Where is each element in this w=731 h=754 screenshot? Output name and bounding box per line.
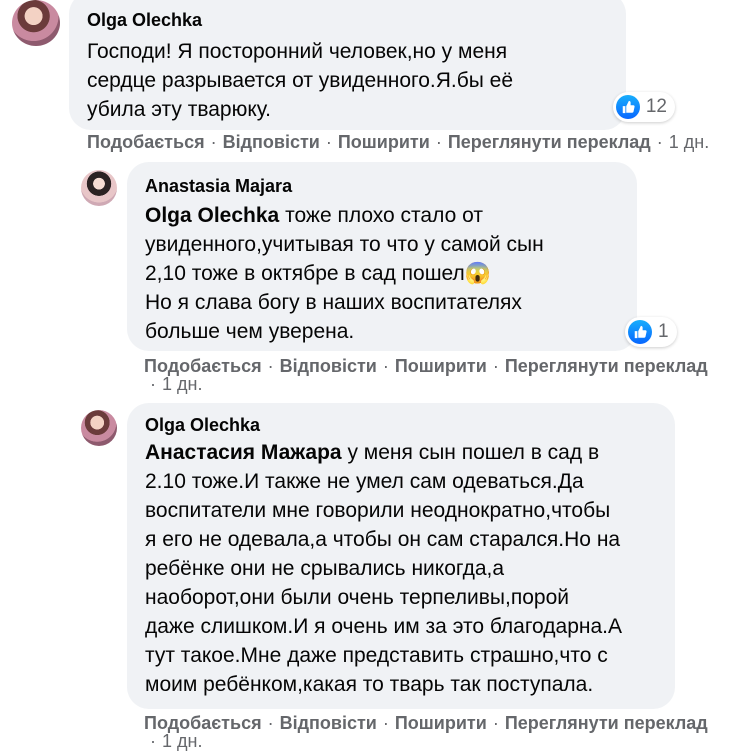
translate-link[interactable]: Переглянути переклад [448, 132, 651, 152]
reaction-count: 1 [658, 321, 669, 342]
comment-actions-time: · 1 дн. [150, 374, 203, 394]
like-icon [628, 320, 652, 344]
timestamp[interactable]: 1 дн. [669, 132, 709, 152]
comment-bubble: Anastasia Majara Olga Olechka тоже плохо… [127, 162, 637, 351]
like-link[interactable]: Подобається [144, 356, 262, 376]
reaction-badge[interactable]: 1 [625, 317, 677, 347]
comment-text: Olga Olechka тоже плохо стало от увиденн… [145, 204, 544, 343]
avatar[interactable] [81, 170, 117, 206]
mention-link[interactable]: Анастасия Мажара [145, 441, 342, 464]
comment-bubble: Olga Olechka Господи! Я посторонний чело… [69, 0, 626, 130]
share-link[interactable]: Поширити [395, 713, 487, 733]
reply-link[interactable]: Відповісти [223, 132, 320, 152]
comment-author[interactable]: Anastasia Majara [145, 175, 619, 197]
mention-link[interactable]: Olga Olechka [145, 204, 279, 227]
comment-text: Господи! Я посторонний человек,но у меня… [87, 40, 514, 121]
timestamp[interactable]: 1 дн. [162, 374, 202, 394]
share-link[interactable]: Поширити [395, 356, 487, 376]
reaction-count: 12 [645, 96, 667, 117]
timestamp[interactable]: 1 дн. [162, 731, 202, 751]
comment-actions: Подобається · Відповісти · Поширити · Переглян… [87, 132, 710, 152]
reply-link[interactable]: Відповісти [280, 713, 377, 733]
comment-text: Анастасия Мажара у меня сын пошел в сад … [145, 441, 623, 696]
comment-actions: Подобається · Відповісти · Поширити · Переглян… [144, 356, 708, 376]
comment-bubble: Olga Olechka Анастасия Мажара у меня сын… [127, 403, 675, 709]
like-icon [616, 95, 640, 119]
avatar[interactable] [12, 0, 60, 46]
translate-link[interactable]: Переглянути переклад [505, 356, 708, 376]
like-link[interactable]: Подобається [87, 132, 205, 152]
comment-author[interactable]: Olga Olechka [145, 414, 657, 436]
comment-author[interactable]: Olga Olechka [87, 9, 608, 31]
like-link[interactable]: Подобається [144, 713, 262, 733]
reply-link[interactable]: Відповісти [280, 356, 377, 376]
avatar[interactable] [81, 410, 117, 446]
share-link[interactable]: Поширити [338, 132, 430, 152]
comment-actions: Подобається · Відповісти · Поширити · Переглян… [144, 713, 708, 733]
translate-link[interactable]: Переглянути переклад [505, 713, 708, 733]
reaction-badge[interactable]: 12 [613, 92, 675, 122]
comment-actions-time: · 1 дн. [150, 731, 203, 751]
